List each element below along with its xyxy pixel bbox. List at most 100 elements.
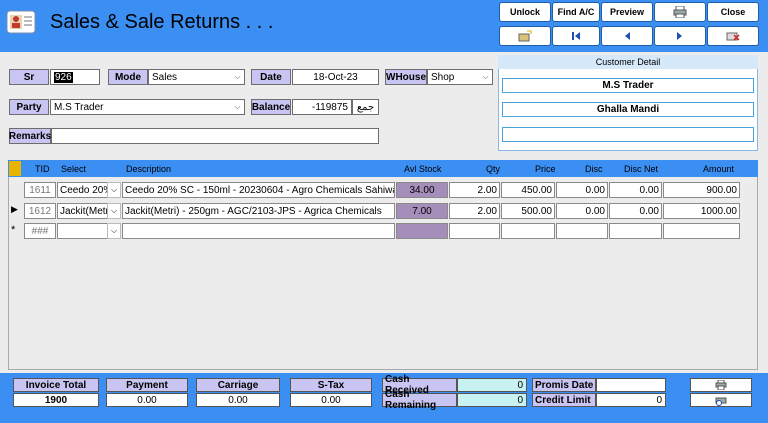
chevron-down-icon[interactable]: ⌵: [231, 100, 244, 114]
customer-address-field[interactable]: Ghalla Mandi: [502, 102, 754, 117]
balance-suffix: جمع: [352, 99, 379, 115]
payment-label: Payment: [106, 378, 188, 392]
footer-print-button[interactable]: [690, 378, 752, 392]
stax-value[interactable]: 0.00: [290, 393, 372, 407]
row-1-disc-net: 0.00: [609, 182, 662, 198]
next-record-button[interactable]: [654, 26, 706, 46]
row-2-disc[interactable]: 0.00: [556, 203, 608, 219]
footer-print-preview-button[interactable]: [690, 393, 752, 407]
balance-label: Balance: [251, 99, 291, 115]
unlock-button[interactable]: Unlock: [499, 2, 551, 22]
mode-value: Sales: [152, 71, 178, 83]
print-button[interactable]: [654, 2, 706, 22]
credit-limit-value: 0: [596, 393, 666, 407]
printer-icon: [715, 380, 727, 390]
stax-label: S-Tax: [290, 378, 372, 392]
new-row-avl-stock: [396, 223, 448, 239]
chevron-down-icon[interactable]: ⌵: [107, 223, 121, 239]
close-button[interactable]: Close: [707, 2, 759, 22]
balance-field: -119875: [292, 99, 352, 115]
whouse-value: Shop: [431, 71, 455, 83]
payment-value[interactable]: 0.00: [106, 393, 188, 407]
whouse-label: WHouse: [385, 69, 427, 85]
customer-detail-heading: Customer Detail: [498, 55, 758, 69]
promis-date-label: Promis Date: [532, 378, 596, 392]
mode-select[interactable]: Sales ⌵: [148, 69, 245, 85]
row-2-select-value: Jackit(Metri: [60, 205, 112, 217]
promis-date-value[interactable]: [596, 378, 666, 392]
party-label: Party: [9, 99, 49, 115]
col-disc: Disc: [585, 164, 603, 174]
row-2-price[interactable]: 500.00: [501, 203, 555, 219]
sr-field[interactable]: 926: [50, 69, 100, 85]
col-amount: Amount: [703, 164, 735, 174]
row-1-avl-stock: 34.00: [396, 182, 448, 198]
new-row-price[interactable]: [501, 223, 555, 239]
remarks-input[interactable]: [51, 128, 379, 144]
page-title: Sales & Sale Returns . . .: [50, 11, 274, 33]
row-2-description[interactable]: Jackit(Metri) - 250gm - AGC/2103-JPS - A…: [122, 203, 395, 219]
new-row-tid: ###: [24, 223, 56, 239]
new-row-disc-net: [609, 223, 662, 239]
current-row-arrow-icon: ▶: [11, 204, 18, 214]
print-preview-icon: [715, 397, 727, 406]
row-2-disc-net: 0.00: [609, 203, 662, 219]
date-label: Date: [251, 69, 291, 85]
customer-name-field[interactable]: M.S Trader: [502, 78, 754, 93]
row-2-avl-stock: 7.00: [396, 203, 448, 219]
row-1-qty[interactable]: 2.00: [449, 182, 500, 198]
row-1-amount: 900.00: [663, 182, 740, 198]
new-row-disc[interactable]: [556, 223, 608, 239]
previous-record-button[interactable]: [601, 26, 653, 46]
mode-label: Mode: [108, 69, 148, 85]
row-2-tid: 1612: [24, 203, 56, 219]
app-logo-icon: [6, 8, 38, 36]
invoice-total-value: 1900: [13, 393, 99, 407]
row-1-price[interactable]: 450.00: [501, 182, 555, 198]
cash-received-value[interactable]: 0: [457, 378, 527, 392]
new-row-amount: [663, 223, 740, 239]
preview-button[interactable]: Preview: [601, 2, 653, 22]
col-price: Price: [535, 164, 556, 174]
credit-limit-label: Credit Limit: [532, 393, 596, 407]
customer-extra-field[interactable]: [502, 127, 754, 142]
cash-remaining-value: 0: [457, 393, 527, 407]
delete-record-button[interactable]: [707, 26, 759, 46]
col-description: Description: [126, 164, 172, 174]
new-record-button[interactable]: [499, 26, 551, 46]
printer-icon: [673, 6, 687, 18]
col-qty: Qty: [486, 164, 501, 174]
remarks-label: Remarks: [9, 128, 51, 144]
chevron-down-icon[interactable]: ⌵: [107, 203, 121, 219]
chevron-down-icon[interactable]: ⌵: [107, 182, 121, 198]
col-select: Select: [61, 164, 87, 174]
row-1-tid: 1611: [24, 182, 56, 198]
grid-corner: [9, 161, 21, 176]
party-value: M.S Trader: [54, 101, 104, 113]
date-field[interactable]: 18-Oct-23: [292, 69, 379, 85]
find-account-button[interactable]: Find A/C: [552, 2, 600, 22]
row-1-select-value: Ceedo 20%: [60, 184, 113, 196]
cash-remaining-label: Cash Remaining: [382, 389, 457, 411]
first-record-button[interactable]: [552, 26, 600, 46]
row-1-disc[interactable]: 0.00: [556, 182, 608, 198]
carriage-label: Carriage: [196, 378, 280, 392]
row-1-description[interactable]: Ceedo 20% SC - 150ml - 20230604 - Agro C…: [122, 182, 395, 198]
row-selector[interactable]: [9, 182, 21, 198]
col-tid: TID: [35, 164, 50, 174]
row-2-qty[interactable]: 2.00: [449, 203, 500, 219]
row-2-amount: 1000.00: [663, 203, 740, 219]
chevron-down-icon[interactable]: ⌵: [479, 70, 492, 84]
col-disc-net: Disc Net: [624, 164, 659, 174]
new-row-description[interactable]: [122, 223, 395, 239]
chevron-down-icon[interactable]: ⌵: [231, 70, 244, 84]
delete-record-icon: [726, 32, 740, 41]
sr-label: Sr: [9, 69, 49, 85]
new-row-asterisk-icon: *: [11, 224, 16, 236]
party-select[interactable]: M.S Trader ⌵: [50, 99, 245, 115]
carriage-value[interactable]: 0.00: [196, 393, 280, 407]
whouse-select[interactable]: Shop ⌵: [427, 69, 493, 85]
new-row-qty[interactable]: [449, 223, 500, 239]
col-avl-stock: Avl Stock: [404, 164, 442, 174]
sr-value: 926: [54, 71, 73, 83]
